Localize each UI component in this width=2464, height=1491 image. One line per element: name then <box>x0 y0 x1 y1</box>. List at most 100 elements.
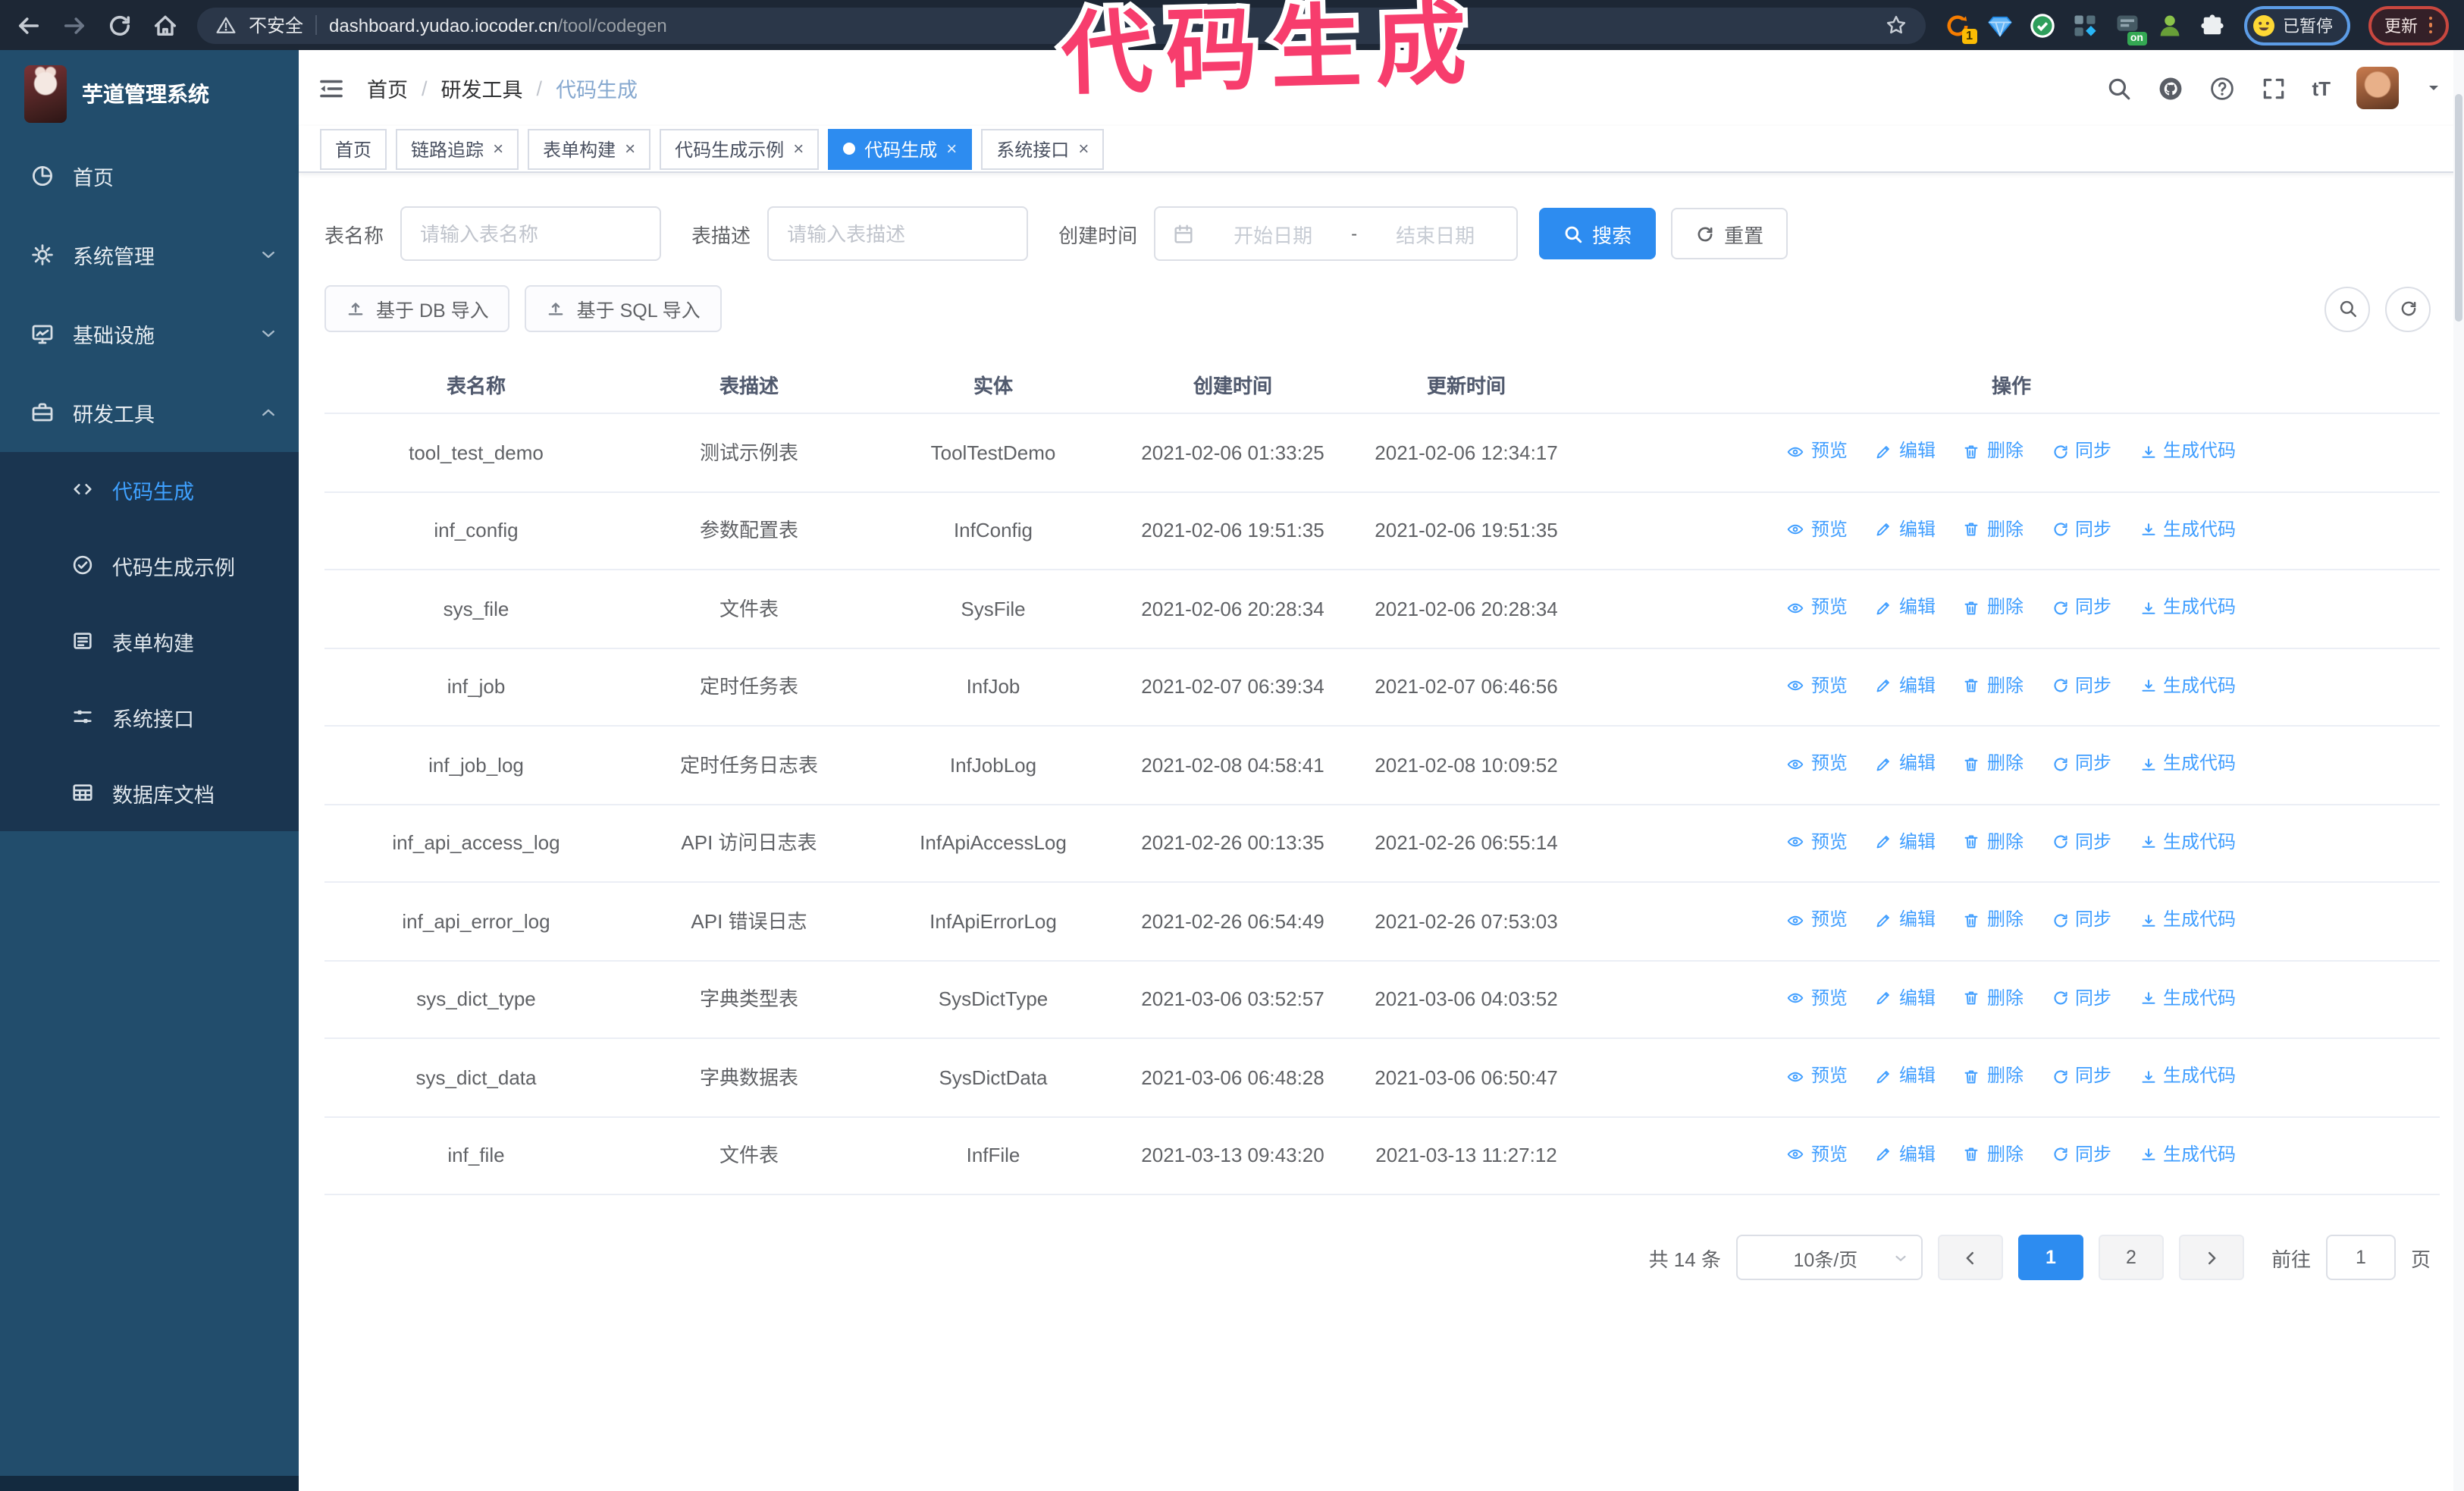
table-desc-input[interactable] <box>767 206 1029 261</box>
start-date-placeholder[interactable]: 开始日期 <box>1208 219 1337 248</box>
sidebar-item-home[interactable]: 首页 <box>0 137 299 215</box>
back-icon[interactable] <box>15 11 42 39</box>
tab-form-builder[interactable]: 表单构建 × <box>528 128 651 169</box>
bookmark-star-icon[interactable] <box>1884 14 1907 36</box>
action-preview[interactable]: 预览 <box>1787 906 1848 934</box>
action-delete[interactable]: 删除 <box>1963 827 2024 856</box>
table-name-input[interactable] <box>400 206 662 261</box>
action-edit[interactable]: 编辑 <box>1875 515 1936 544</box>
close-icon[interactable]: × <box>793 140 804 158</box>
next-page-button[interactable] <box>2178 1235 2244 1280</box>
fullscreen-icon[interactable] <box>2260 75 2286 101</box>
breadcrumb-devtools[interactable]: 研发工具 <box>441 73 523 103</box>
url-text[interactable]: dashboard.yudao.iocoder.cn/tool/codegen <box>329 14 667 36</box>
close-icon[interactable]: × <box>1078 140 1089 158</box>
action-delete[interactable]: 删除 <box>1963 671 2024 700</box>
sidebar-subitem-db-doc[interactable]: 数据库文档 <box>0 755 299 831</box>
security-label[interactable]: 不安全 <box>249 12 303 38</box>
sidebar-item-infrastructure[interactable]: 基础设施 <box>0 294 299 373</box>
page-button-2[interactable]: 2 <box>2098 1235 2164 1280</box>
tab-system-api[interactable]: 系统接口 × <box>981 128 1105 169</box>
action-delete[interactable]: 删除 <box>1963 1140 2024 1169</box>
action-edit[interactable]: 编辑 <box>1875 437 1936 466</box>
browser-update-button[interactable]: 更新 <box>2368 5 2449 45</box>
action-delete[interactable]: 删除 <box>1963 437 2024 466</box>
action-sync[interactable]: 同步 <box>2051 437 2111 466</box>
extension-gem-icon[interactable] <box>1986 11 2013 39</box>
sidebar-fold-icon[interactable] <box>317 74 346 102</box>
action-delete[interactable]: 删除 <box>1963 1062 2024 1091</box>
extension-updater-icon[interactable]: 1 <box>1943 11 1977 43</box>
action-edit[interactable]: 编辑 <box>1875 749 1936 778</box>
action-sync[interactable]: 同步 <box>2051 984 2111 1012</box>
action-sync[interactable]: 同步 <box>2051 749 2111 778</box>
action-delete[interactable]: 删除 <box>1963 906 2024 934</box>
tab-codegen[interactable]: 代码生成 × <box>828 128 973 169</box>
action-generate[interactable]: 生成代码 <box>2139 984 2236 1012</box>
extension-grid-icon[interactable] <box>2071 11 2098 39</box>
end-date-placeholder[interactable]: 结束日期 <box>1371 219 1500 248</box>
action-edit[interactable]: 编辑 <box>1875 1140 1936 1169</box>
action-preview[interactable]: 预览 <box>1787 1062 1848 1091</box>
action-edit[interactable]: 编辑 <box>1875 906 1936 934</box>
action-edit[interactable]: 编辑 <box>1875 1062 1936 1091</box>
action-preview[interactable]: 预览 <box>1787 671 1848 700</box>
reset-button[interactable]: 重置 <box>1671 208 1788 259</box>
action-generate[interactable]: 生成代码 <box>2139 1062 2236 1091</box>
sidebar-item-system-admin[interactable]: 系统管理 <box>0 215 299 294</box>
prev-page-button[interactable] <box>1937 1235 2003 1280</box>
forward-icon[interactable] <box>61 11 88 39</box>
sidebar-item-dev-tools[interactable]: 研发工具 <box>0 373 299 452</box>
action-sync[interactable]: 同步 <box>2051 1062 2111 1091</box>
action-preview[interactable]: 预览 <box>1787 984 1848 1012</box>
font-size-icon[interactable]: tT <box>2312 77 2331 99</box>
extension-check-icon[interactable] <box>2028 11 2055 39</box>
action-edit[interactable]: 编辑 <box>1875 827 1936 856</box>
tab-home[interactable]: 首页 <box>320 128 387 169</box>
action-sync[interactable]: 同步 <box>2051 1140 2111 1169</box>
sidebar-subitem-system-api[interactable]: 系统接口 <box>0 680 299 755</box>
action-preview[interactable]: 预览 <box>1787 1140 1848 1169</box>
action-sync[interactable]: 同步 <box>2051 671 2111 700</box>
action-sync[interactable]: 同步 <box>2051 515 2111 544</box>
extension-on-icon[interactable]: on <box>2113 11 2146 45</box>
close-icon[interactable]: × <box>625 140 635 158</box>
extension-agent-icon[interactable] <box>2155 11 2183 39</box>
search-button[interactable]: 搜索 <box>1539 208 1657 259</box>
action-preview[interactable]: 预览 <box>1787 749 1848 778</box>
user-avatar[interactable] <box>2356 67 2399 109</box>
action-edit[interactable]: 编辑 <box>1875 593 1936 622</box>
toggle-search-button[interactable] <box>2324 286 2370 331</box>
action-edit[interactable]: 编辑 <box>1875 984 1936 1012</box>
extensions-puzzle-icon[interactable] <box>2198 11 2225 39</box>
action-generate[interactable]: 生成代码 <box>2139 593 2236 622</box>
date-range-picker[interactable]: 开始日期 - 结束日期 <box>1154 206 1519 261</box>
action-generate[interactable]: 生成代码 <box>2139 515 2236 544</box>
address-bar[interactable]: 不安全 dashboard.yudao.iocoder.cn/tool/code… <box>197 7 1925 43</box>
action-preview[interactable]: 预览 <box>1787 827 1848 856</box>
search-icon[interactable] <box>2105 75 2131 101</box>
page-size-select[interactable]: 10条/页 <box>1735 1235 1923 1280</box>
reload-icon[interactable] <box>106 11 133 39</box>
help-icon[interactable] <box>2209 75 2234 101</box>
close-icon[interactable]: × <box>493 140 503 158</box>
github-icon[interactable] <box>2157 75 2183 101</box>
action-generate[interactable]: 生成代码 <box>2139 749 2236 778</box>
sidebar-header[interactable]: 芋道管理系统 <box>0 50 299 137</box>
home-icon[interactable] <box>152 11 179 39</box>
action-generate[interactable]: 生成代码 <box>2139 1140 2236 1169</box>
action-edit[interactable]: 编辑 <box>1875 671 1936 700</box>
action-delete[interactable]: 删除 <box>1963 984 2024 1012</box>
action-sync[interactable]: 同步 <box>2051 827 2111 856</box>
action-generate[interactable]: 生成代码 <box>2139 671 2236 700</box>
scrollbar-thumb[interactable] <box>2455 94 2462 322</box>
refresh-table-button[interactable] <box>2385 286 2431 331</box>
page-button-1[interactable]: 1 <box>2017 1235 2083 1280</box>
action-preview[interactable]: 预览 <box>1787 593 1848 622</box>
sidebar-subitem-codegen-demo[interactable]: 代码生成示例 <box>0 528 299 604</box>
action-sync[interactable]: 同步 <box>2051 906 2111 934</box>
action-delete[interactable]: 删除 <box>1963 749 2024 778</box>
menu-kebab-icon[interactable] <box>2428 16 2432 34</box>
chevron-down-icon[interactable] <box>2425 79 2443 97</box>
sidebar-subitem-codegen[interactable]: 代码生成 <box>0 452 299 528</box>
